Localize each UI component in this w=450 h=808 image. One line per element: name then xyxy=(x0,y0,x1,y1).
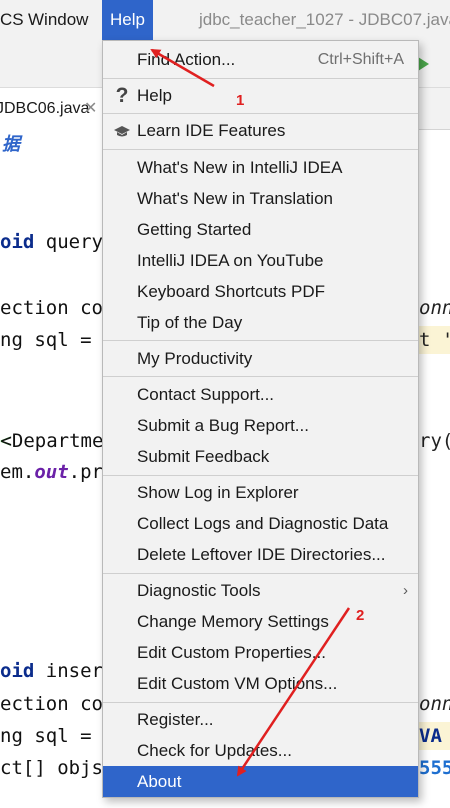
menu-separator xyxy=(103,573,418,574)
close-icon[interactable]: ✕ xyxy=(84,88,97,130)
menu-item-label: IntelliJ IDEA on YouTube xyxy=(137,251,324,270)
menu-separator xyxy=(103,340,418,341)
menu-item-collect-logs[interactable]: Collect Logs and Diagnostic Data xyxy=(103,508,418,539)
annotation-number: 1 xyxy=(236,92,245,109)
run-icon[interactable] xyxy=(418,57,429,71)
help-menu: Find Action... Ctrl+Shift+A ? Help Learn… xyxy=(102,40,419,798)
menu-item-my-productivity[interactable]: My Productivity xyxy=(103,343,418,374)
menu-item-show-log[interactable]: Show Log in Explorer xyxy=(103,477,418,508)
shortcut-label: Ctrl+Shift+A xyxy=(317,51,404,68)
code-text: ct[] objs xyxy=(0,757,103,779)
menu-item-check-updates[interactable]: Check for Updates... xyxy=(103,735,418,766)
menu-item-change-memory[interactable]: Change Memory Settings xyxy=(103,606,418,637)
code-keyword: oid xyxy=(0,231,35,253)
code-fragment: 555 xyxy=(419,757,450,779)
menu-window[interactable]: Window xyxy=(28,0,88,40)
menu-item-whats-new-translation[interactable]: What's New in Translation xyxy=(103,183,418,214)
menu-item-label: Change Memory Settings xyxy=(137,612,329,631)
code-text: inser xyxy=(34,660,103,682)
menu-item-label: Diagnostic Tools xyxy=(137,581,261,600)
menu-item-label: Tip of the Day xyxy=(137,313,243,332)
code-comment: 据 xyxy=(2,134,20,155)
menu-vcs[interactable]: CS xyxy=(0,0,24,40)
menu-item-label: Edit Custom Properties... xyxy=(137,643,326,662)
tab-label: JDBC06.java xyxy=(0,100,90,117)
menu-item-label: Find Action... xyxy=(137,50,236,69)
menu-item-diagnostic-tools[interactable]: Diagnostic Tools › xyxy=(103,575,418,606)
menu-item-label: Submit Feedback xyxy=(137,447,270,466)
menu-separator xyxy=(103,376,418,377)
code-text: <Departme xyxy=(0,430,104,452)
menu-item-label: Getting Started xyxy=(137,220,252,239)
menu-item-label: Collect Logs and Diagnostic Data xyxy=(137,514,389,533)
menu-item-edit-custom-vm[interactable]: Edit Custom VM Options... xyxy=(103,668,418,699)
tab-jdbc06[interactable]: JDBC06.java ✕ xyxy=(0,88,104,130)
menu-item-label: Help xyxy=(137,86,172,105)
code-text: ng sql = xyxy=(0,725,103,747)
menu-item-label: Edit Custom VM Options... xyxy=(137,674,338,693)
menu-item-about[interactable]: About xyxy=(103,766,418,797)
menu-item-label: My Productivity xyxy=(137,349,253,368)
code-field: out xyxy=(34,461,69,483)
graduation-cap-icon xyxy=(112,115,132,146)
menu-item-help[interactable]: ? Help xyxy=(103,80,418,111)
menu-item-tip-of-the-day[interactable]: Tip of the Day xyxy=(103,307,418,338)
menu-item-youtube[interactable]: IntelliJ IDEA on YouTube xyxy=(103,245,418,276)
menu-item-keyboard-shortcuts[interactable]: Keyboard Shortcuts PDF xyxy=(103,276,418,307)
menu-item-label: Delete Leftover IDE Directories... xyxy=(137,545,386,564)
menu-help[interactable]: Help xyxy=(102,0,153,40)
menu-item-label: Submit a Bug Report... xyxy=(137,416,309,435)
code-text: em. xyxy=(0,461,35,483)
menu-item-label: Show Log in Explorer xyxy=(137,483,299,502)
menu-item-submit-feedback[interactable]: Submit Feedback xyxy=(103,441,418,472)
code-text: .pr xyxy=(68,461,103,483)
code-fragment: ry( xyxy=(419,430,450,452)
window-title: jdbc_teacher_1027 - JDBC07.java xyxy=(199,10,450,29)
code-fragment: t ' xyxy=(419,326,450,354)
code-keyword: oid xyxy=(0,660,35,682)
menu-item-contact-support[interactable]: Contact Support... xyxy=(103,379,418,410)
chevron-right-icon: › xyxy=(403,582,408,599)
menu-item-label: Learn IDE Features xyxy=(137,121,286,140)
menu-bar: CS Window Help jdbc_teacher_1027 - JDBC0… xyxy=(0,0,450,40)
code-fragment: onn xyxy=(419,297,450,319)
menu-item-label: Keyboard Shortcuts PDF xyxy=(137,282,326,301)
code-text: ection co xyxy=(0,693,103,715)
menu-separator xyxy=(103,149,418,150)
menu-item-label: Register... xyxy=(137,710,214,729)
menu-item-submit-bug[interactable]: Submit a Bug Report... xyxy=(103,410,418,441)
menu-separator xyxy=(103,113,418,114)
menu-item-edit-custom-properties[interactable]: Edit Custom Properties... xyxy=(103,637,418,668)
menu-item-getting-started[interactable]: Getting Started xyxy=(103,214,418,245)
menu-item-label: Check for Updates... xyxy=(137,741,292,760)
menu-item-label: Contact Support... xyxy=(137,385,275,404)
code-text: ng sql = xyxy=(0,329,103,351)
menu-item-label: What's New in IntelliJ IDEA xyxy=(137,158,343,177)
code-text: query xyxy=(34,231,103,253)
code-text: ection co xyxy=(0,297,103,319)
menu-separator xyxy=(103,78,418,79)
menu-item-label: What's New in Translation xyxy=(137,189,333,208)
menu-item-delete-leftover[interactable]: Delete Leftover IDE Directories... xyxy=(103,539,418,570)
code-fragment: onn xyxy=(419,693,450,715)
menu-item-label: About xyxy=(137,772,182,791)
menu-item-find-action[interactable]: Find Action... Ctrl+Shift+A xyxy=(103,44,418,75)
question-icon: ? xyxy=(115,84,129,107)
annotation-number: 2 xyxy=(356,607,365,624)
menu-item-whats-new-idea[interactable]: What's New in IntelliJ IDEA xyxy=(103,152,418,183)
menu-item-learn-ide-features[interactable]: Learn IDE Features xyxy=(103,115,418,146)
menu-separator xyxy=(103,702,418,703)
menu-item-register[interactable]: Register... xyxy=(103,704,418,735)
menu-separator xyxy=(103,475,418,476)
code-fragment: VA xyxy=(419,722,450,750)
